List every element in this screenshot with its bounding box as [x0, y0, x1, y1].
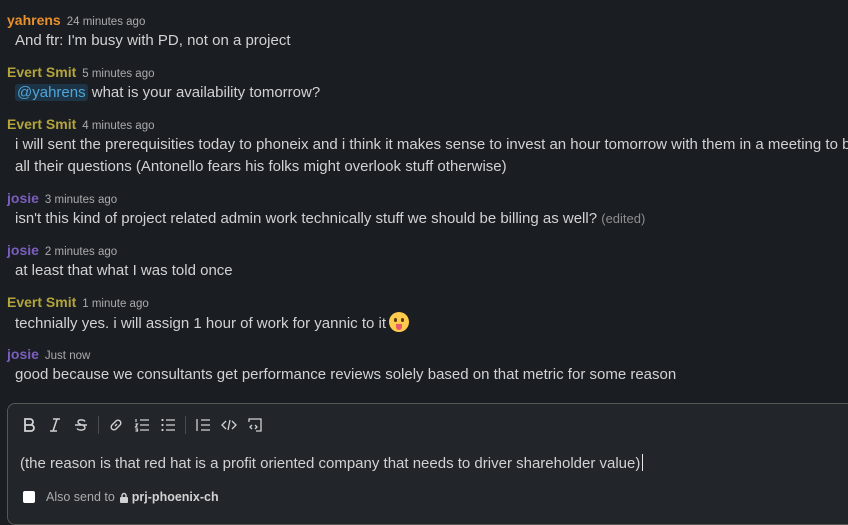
message-header: Evert Smit 5 minutes ago	[7, 62, 848, 82]
message: Evert Smit 1 minute ago technially yes. i…	[7, 292, 848, 335]
message-text: technially yes. i will assign 1 hour of …	[7, 312, 848, 335]
message-text: And ftr: I'm busy with PD, not on a proj…	[15, 32, 291, 49]
message-text-body: isn't this kind of project related admin…	[15, 210, 598, 227]
text-caret	[642, 454, 644, 471]
message-composer[interactable]: (the reason is that red hat is a profit …	[7, 403, 848, 525]
message: josie Just now good because we consultant…	[7, 344, 848, 386]
message-text: at least that what I was told once	[15, 262, 233, 279]
channel-name-text: prj-phoenix-ch	[131, 490, 219, 504]
lock-icon	[119, 492, 128, 503]
tongue-emoji-icon	[389, 312, 409, 332]
message: Evert Smit 4 minutes ago i will sent the …	[7, 114, 848, 178]
also-send-label: Also send to	[46, 490, 115, 504]
message-header: Evert Smit 1 minute ago	[7, 292, 848, 312]
toolbar-divider	[185, 416, 186, 434]
message-text: good because we consultants get performa…	[15, 366, 677, 383]
message-text-body: technially yes. i will assign 1 hour of …	[15, 315, 386, 332]
author-name[interactable]: Evert Smit	[7, 64, 76, 80]
message-text: i will sent the prerequisities today to …	[15, 136, 848, 153]
message-header: yahrens 24 minutes ago	[7, 10, 848, 30]
message: josie 3 minutes ago isn't this kind of pr…	[7, 188, 848, 230]
edited-label: (edited)	[601, 211, 646, 226]
message-input[interactable]: (the reason is that red hat is a profit …	[20, 454, 644, 472]
toolbar-divider	[98, 416, 99, 434]
bold-icon[interactable]	[16, 413, 42, 437]
author-name[interactable]: josie	[7, 346, 39, 362]
message-text: isn't this kind of project related admin…	[7, 208, 848, 230]
message-header: josie 3 minutes ago	[7, 188, 848, 208]
italic-icon[interactable]	[42, 413, 68, 437]
draft-text: (the reason is that red hat is a profit …	[20, 455, 641, 472]
message-header: josie Just now	[7, 344, 848, 364]
author-name[interactable]: josie	[7, 242, 39, 258]
blockquote-icon[interactable]	[190, 413, 216, 437]
message: josie 2 minutes ago at least that what I …	[7, 240, 848, 282]
formatting-toolbar	[16, 413, 268, 437]
message: Evert Smit 5 minutes ago @yahrens what is…	[7, 62, 848, 104]
timestamp[interactable]: 4 minutes ago	[82, 120, 154, 132]
author-name[interactable]: josie	[7, 190, 39, 206]
timestamp[interactable]: 1 minute ago	[82, 298, 149, 310]
timestamp[interactable]: 5 minutes ago	[82, 68, 154, 80]
author-name[interactable]: Evert Smit	[7, 294, 76, 310]
also-send-row: Also send to prj-phoenix-ch	[23, 490, 219, 504]
code-block-icon[interactable]	[242, 413, 268, 437]
user-mention[interactable]: @yahrens	[15, 84, 88, 101]
message: yahrens 24 minutes ago And ftr: I'm busy …	[7, 10, 848, 52]
timestamp[interactable]: 2 minutes ago	[45, 246, 117, 258]
message-text-line-2: all their questions (Antonello fears his…	[15, 158, 507, 175]
message-text-body: what is your availability tomorrow?	[87, 84, 321, 101]
link-icon[interactable]	[103, 413, 129, 437]
channel-name: prj-phoenix-ch	[119, 490, 219, 504]
timestamp[interactable]: 24 minutes ago	[67, 16, 146, 28]
code-icon[interactable]	[216, 413, 242, 437]
author-name[interactable]: Evert Smit	[7, 116, 76, 132]
strikethrough-icon[interactable]	[68, 413, 94, 437]
message-header: josie 2 minutes ago	[7, 240, 848, 260]
timestamp[interactable]: 3 minutes ago	[45, 194, 117, 206]
author-name[interactable]: yahrens	[7, 12, 61, 28]
message-header: Evert Smit 4 minutes ago	[7, 114, 848, 134]
also-send-checkbox[interactable]	[23, 491, 35, 503]
timestamp[interactable]: Just now	[45, 350, 90, 362]
message-text: @yahrens what is your availability tomor…	[7, 82, 848, 104]
bulleted-list-icon[interactable]	[155, 413, 181, 437]
ordered-list-icon[interactable]	[129, 413, 155, 437]
